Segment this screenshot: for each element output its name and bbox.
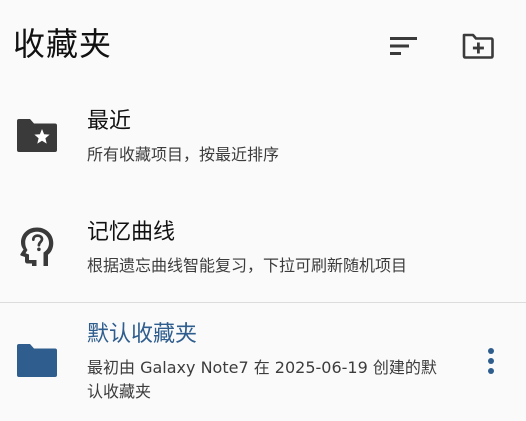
add-folder-button[interactable]: [458, 26, 498, 66]
item-description: 根据遗忘曲线智能复习，下拉可刷新随机项目: [87, 256, 408, 275]
more-vert-icon: [488, 348, 494, 374]
more-options-button[interactable]: [474, 343, 508, 379]
app-header: 收藏夹: [0, 0, 526, 92]
create-new-folder-icon: [462, 33, 494, 59]
item-description: 最初由 Galaxy Note7 在 2025-06-19 创建的默认收藏夹: [87, 358, 437, 401]
folder-icon: [14, 341, 60, 381]
list-item-default-folder[interactable]: 默认收藏夹 最初由 Galaxy Note7 在 2025-06-19 创建的默…: [0, 303, 526, 421]
item-title: 最近: [87, 109, 132, 134]
folder-star-icon: [14, 116, 60, 156]
sort-icon: [390, 37, 417, 55]
list-item-recent[interactable]: 最近 所有收藏项目，按最近排序: [0, 92, 526, 192]
item-description: 所有收藏项目，按最近排序: [87, 145, 280, 164]
list-item-memory-curve[interactable]: 记忆曲线 根据遗忘曲线智能复习，下拉可刷新随机项目: [0, 196, 526, 300]
page-title: 收藏夹: [13, 25, 113, 63]
item-title: 记忆曲线: [87, 220, 176, 245]
psychology-head-icon: [16, 224, 58, 268]
item-title: 默认收藏夹: [87, 322, 198, 347]
sort-button[interactable]: [384, 26, 424, 66]
